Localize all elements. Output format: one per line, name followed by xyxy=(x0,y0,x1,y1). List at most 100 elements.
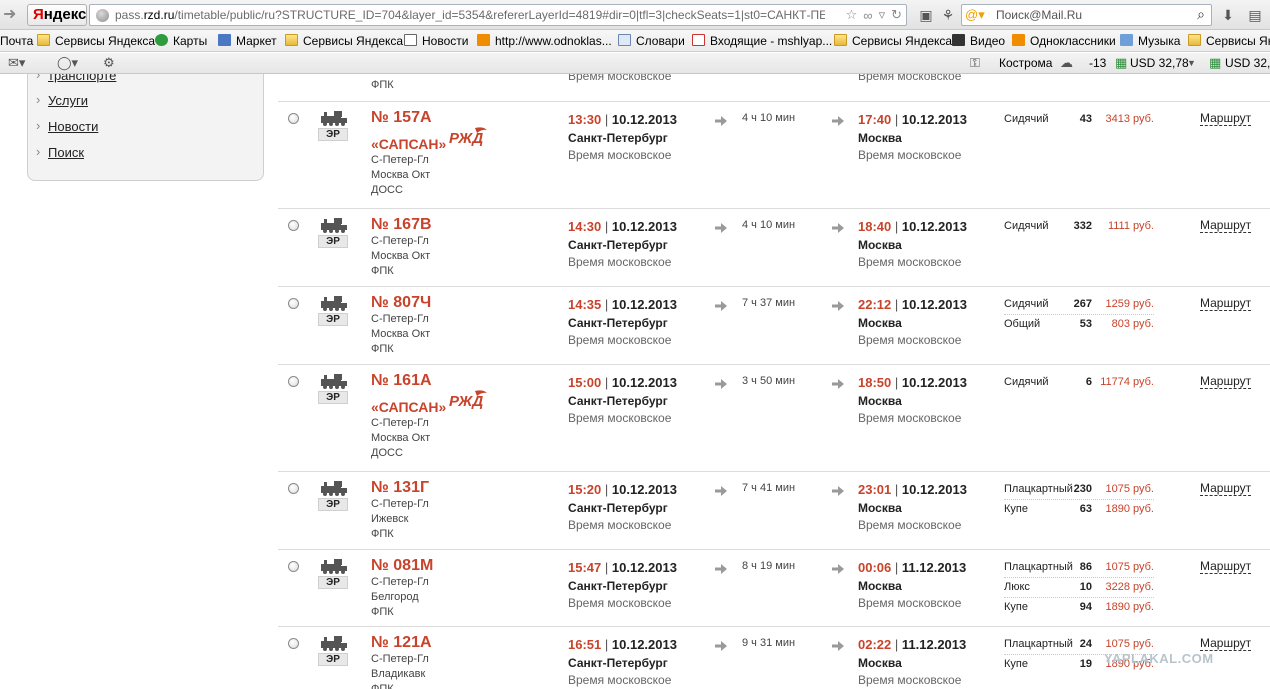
search-bar[interactable]: @▾ Поиск@Mail.Ru ⌕ xyxy=(961,4,1212,26)
route-link[interactable]: Маршрут xyxy=(1200,112,1252,126)
train-number[interactable]: № 081М xyxy=(371,557,433,575)
seat-price: 803 руб. xyxy=(1111,318,1154,330)
bookmark-item[interactable]: Сервисы Яндекса xyxy=(285,33,403,49)
route-link[interactable]: Маршрут xyxy=(1200,297,1252,311)
folder-icon xyxy=(834,34,847,46)
arrival-time: 17:40 | 10.12.2013 xyxy=(858,112,967,127)
train-number[interactable]: № 161А xyxy=(371,372,432,390)
sidebar-item-transport[interactable]: транспорте xyxy=(36,74,116,83)
row-separator xyxy=(278,101,1270,102)
arrow-right-icon xyxy=(832,379,844,389)
yandex-logo-letter: Я xyxy=(33,6,44,23)
arrow-right-icon xyxy=(832,486,844,496)
bookmark-item[interactable]: Словари xyxy=(618,33,685,49)
dropdown-arrow-icon[interactable]: ▿ xyxy=(879,7,886,23)
bookmark-item[interactable]: Сервисы Яндекса xyxy=(834,33,952,49)
arrow-right-icon xyxy=(832,301,844,311)
bookmark-item[interactable]: Новости xyxy=(404,33,468,49)
route-destination: Москва Окт xyxy=(371,169,431,181)
seat-option: Общий 53 803 руб. xyxy=(1004,317,1154,335)
sidebar-item-search[interactable]: Поиск xyxy=(36,144,84,160)
departure-timezone: Время московское xyxy=(568,411,672,425)
sidebar-item-news[interactable]: Новости xyxy=(36,118,98,134)
train-number[interactable]: № 131Г xyxy=(371,479,429,497)
route-link[interactable]: Маршрут xyxy=(1200,637,1252,651)
chevron-down-icon[interactable]: ▼ xyxy=(1187,55,1196,71)
time-separator: | xyxy=(894,219,899,234)
time-separator: | xyxy=(604,482,609,497)
bookmarks-menu-icon[interactable]: ▤ xyxy=(1246,6,1264,24)
train-type-badge: ЭР xyxy=(318,576,348,589)
chat-dropdown-icon[interactable]: ◯▾ xyxy=(57,55,78,71)
bookmark-item[interactable]: Сервисы Яндекса xyxy=(37,33,155,49)
route-link[interactable]: Маршрут xyxy=(1200,375,1252,389)
search-engine-icon[interactable]: @▾ xyxy=(965,7,995,23)
train-number[interactable]: № 157А xyxy=(371,109,432,127)
currency-icon: ▦ xyxy=(1115,55,1128,70)
odnoklassniki-icon xyxy=(477,34,490,46)
train-select-radio[interactable] xyxy=(288,376,299,387)
bookmark-item[interactable]: Маркет xyxy=(218,33,277,49)
bookmark-item[interactable]: Одноклассники xyxy=(1012,33,1116,49)
train-select-radio[interactable] xyxy=(288,220,299,231)
bookmark-item[interactable]: Сервисы Янд xyxy=(1188,33,1270,49)
yandex-button[interactable]: Яндекс xyxy=(27,4,87,26)
plugin-icon[interactable]: ⚘ xyxy=(939,6,957,24)
departure-timezone: Время московское xyxy=(568,596,672,610)
train-select-radio[interactable] xyxy=(288,298,299,309)
reload-icon[interactable]: ↻ xyxy=(891,7,902,23)
train-select-radio[interactable] xyxy=(288,113,299,124)
usd-rate[interactable]: USD 32,78 xyxy=(1130,56,1189,71)
seat-type: Сидячий xyxy=(1004,298,1049,310)
search-icon[interactable]: ⌕ xyxy=(1197,6,1205,23)
bookmark-item[interactable]: http://www.odnoklas... xyxy=(477,33,612,49)
seat-type: Плацкартный xyxy=(1004,561,1073,573)
seat-type: Сидячий xyxy=(1004,113,1049,125)
arrival-hour: 02:22 xyxy=(858,637,892,652)
mail-dropdown-icon[interactable]: ✉▾ xyxy=(8,55,25,71)
url-text[interactable]: pass.rzd.ru/timetable/public/ru?STRUCTUR… xyxy=(115,8,825,23)
gear-icon[interactable]: ⚙ xyxy=(103,55,115,71)
download-icon[interactable]: ⬇ xyxy=(1219,6,1237,24)
currency-icon: ▦ xyxy=(1209,55,1222,70)
route-origin: С-Петер-Гл xyxy=(371,498,429,510)
route-link[interactable]: Маршрут xyxy=(1200,219,1252,233)
browser-toolbar: ➜ Яндекс pass.rzd.ru/timetable/public/ru… xyxy=(0,0,1270,30)
bookmark-item[interactable]: Видео xyxy=(952,33,1005,49)
train-select-radio[interactable] xyxy=(288,638,299,649)
sidebar-item-services[interactable]: Услуги xyxy=(36,92,88,108)
bookmark-label: Одноклассники xyxy=(1030,34,1116,48)
reader-glasses-icon[interactable]: ∞ xyxy=(863,8,872,23)
bookmark-star-icon[interactable]: ☆ xyxy=(846,7,858,23)
locomotive-icon xyxy=(321,111,347,126)
city-label[interactable]: Кострома xyxy=(999,56,1052,71)
address-bar[interactable]: pass.rzd.ru/timetable/public/ru?STRUCTUR… xyxy=(89,4,907,26)
train-number[interactable]: № 167В xyxy=(371,216,432,234)
bookmark-item[interactable]: Карты xyxy=(155,33,207,49)
train-number[interactable]: № 121А xyxy=(371,634,432,652)
arrow-right-icon xyxy=(715,379,727,389)
train-select-radio[interactable] xyxy=(288,561,299,572)
departure-date: 10.12.2013 xyxy=(611,482,677,497)
bookmark-label: Сервисы Яндекса xyxy=(55,34,156,48)
arrow-right-icon xyxy=(832,223,844,233)
train-number[interactable]: № 807Ч xyxy=(371,294,431,312)
route-link[interactable]: Маршрут xyxy=(1200,482,1252,496)
time-separator: | xyxy=(894,112,899,127)
bookmark-label: Почта xyxy=(0,34,34,48)
arrival-timezone: Время московское xyxy=(858,255,962,269)
bookmark-item[interactable]: Почта xyxy=(0,33,33,49)
weather-value[interactable]: -13 xyxy=(1089,56,1106,71)
key-icon[interactable]: ⚿ xyxy=(970,55,980,71)
addon-icon[interactable]: ▣ xyxy=(917,6,935,24)
usd-rate[interactable]: USD 32,7 xyxy=(1225,56,1270,71)
route-link[interactable]: Маршрут xyxy=(1200,560,1252,574)
forward-arrow-icon[interactable]: ➜ xyxy=(3,7,19,23)
search-input[interactable]: Поиск@Mail.Ru xyxy=(996,8,1082,23)
bookmark-item[interactable]: Музыка xyxy=(1120,33,1180,49)
train-select-radio[interactable] xyxy=(288,483,299,494)
departure-time: 14:35 | 10.12.2013 xyxy=(568,297,677,312)
train-name: «САПСАН» xyxy=(371,399,447,415)
departure-date: 10.12.2013 xyxy=(611,560,677,575)
bookmark-item[interactable]: Входящие - mshlyap... xyxy=(692,33,832,49)
